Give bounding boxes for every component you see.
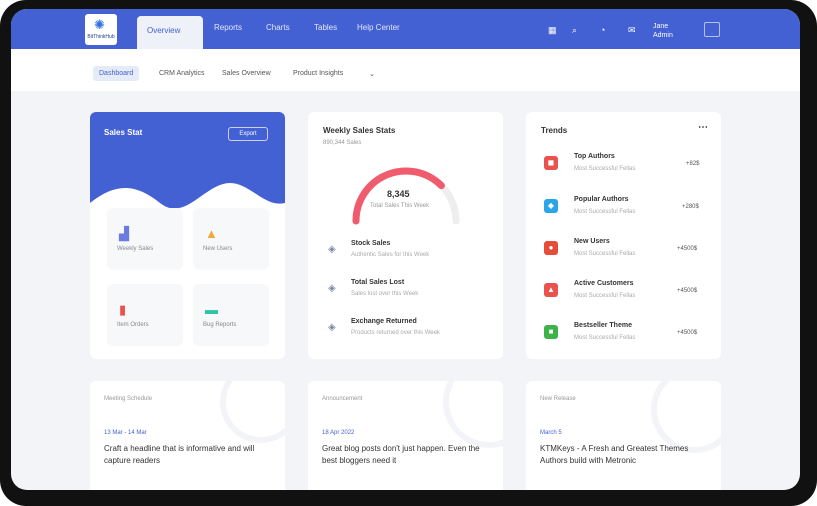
grid-icon[interactable]: ▦	[548, 25, 557, 36]
tile-new-users[interactable]: ▲ New Users	[193, 208, 269, 270]
top-navbar: ✺ BitThinkHub Overview Reports Charts Ta…	[11, 9, 800, 49]
bug-icon: ▬	[205, 302, 218, 317]
brand-logo[interactable]: ✺ BitThinkHub	[85, 14, 117, 45]
chart-icon: ▲	[544, 283, 558, 297]
twitter-icon: ◆	[544, 199, 558, 213]
new-release-card: New Release March 5 KTMKeys - A Fresh an…	[526, 381, 721, 490]
nav-item-help-center[interactable]: Help Center	[357, 23, 400, 32]
meeting-schedule-card: Meeting Schedule 13 Mar - 14 Mar Craft a…	[90, 381, 285, 490]
pdf-icon: ◼	[544, 156, 558, 170]
chat-icon[interactable]: ✉	[628, 25, 636, 36]
trends-card: Trends ⋯ ◼ Top Authors Most Successful F…	[526, 112, 721, 359]
nav-item-overview[interactable]: Overview	[137, 16, 203, 49]
announcement-card: Announcement 18 Apr 2022 Great blog post…	[308, 381, 503, 490]
more-options-icon[interactable]: ⋯	[698, 122, 708, 133]
nav-item-charts[interactable]: Charts	[266, 23, 290, 32]
weekly-sales-title: Weekly Sales Stats	[323, 126, 396, 135]
subnav-dashboard[interactable]: Dashboard	[93, 66, 140, 81]
users-icon: ▲	[205, 226, 218, 241]
subnav-sales-overview[interactable]: Sales Overview	[216, 66, 277, 81]
app-screen: ✺ BitThinkHub Overview Reports Charts Ta…	[11, 9, 800, 490]
user-avatar[interactable]	[704, 22, 720, 37]
gauge-caption: Total Sales This Week	[370, 203, 430, 209]
trends-title: Trends	[541, 126, 568, 135]
stock-icon: ◈	[328, 244, 336, 255]
tile-weekly-sales[interactable]: ▟ Weekly Sales	[107, 208, 183, 270]
cart-icon: ▮	[119, 302, 127, 317]
nav-item-tables[interactable]: Tables	[314, 23, 337, 32]
card-headline[interactable]: Craft a headline that is informative and…	[104, 443, 264, 467]
sales-stat-card: Sales Stat Export ▟ Weekly Sales ▲ New U…	[90, 112, 285, 359]
card-headline[interactable]: Great blog posts don't just happen. Even…	[322, 443, 482, 467]
sub-navigation: Dashboard CRM Analytics Sales Overview P…	[11, 49, 800, 91]
user-name[interactable]: Jane Admin	[653, 22, 673, 40]
subnav-crm-analytics[interactable]: CRM Analytics	[153, 66, 211, 81]
weekly-sales-subtitle: 890,344 Sales	[323, 140, 362, 146]
export-button[interactable]: Export	[228, 127, 268, 141]
chart-icon: ▟	[119, 226, 129, 241]
loss-icon: ◈	[328, 283, 336, 294]
return-icon: ◈	[328, 322, 336, 333]
bell-icon[interactable]: ◔	[600, 25, 605, 35]
subnav-product-insights[interactable]: Product Insights	[287, 66, 349, 81]
decorative-shape	[220, 381, 285, 443]
excel-icon: ■	[544, 325, 558, 339]
logo-icon: ✺	[94, 17, 105, 32]
sales-stat-title: Sales Stat	[104, 128, 143, 137]
card-headline[interactable]: KTMKeys - A Fresh and Greatest Themes Au…	[540, 443, 700, 467]
nav-item-reports[interactable]: Reports	[214, 23, 242, 32]
gauge-value: 8,345	[387, 189, 410, 199]
tile-bug-reports[interactable]: ▬ Bug Reports	[193, 284, 269, 346]
device-frame: ✺ BitThinkHub Overview Reports Charts Ta…	[0, 0, 817, 506]
more-chevron-icon[interactable]: ⌄	[363, 66, 381, 82]
tile-item-orders[interactable]: ▮ Item Orders	[107, 284, 183, 346]
decorative-shape	[443, 381, 503, 448]
search-icon[interactable]: ⌕	[572, 25, 577, 36]
weekly-sales-card: Weekly Sales Stats 890,344 Sales 8,345 T…	[308, 112, 503, 359]
google-icon: ●	[544, 241, 558, 255]
